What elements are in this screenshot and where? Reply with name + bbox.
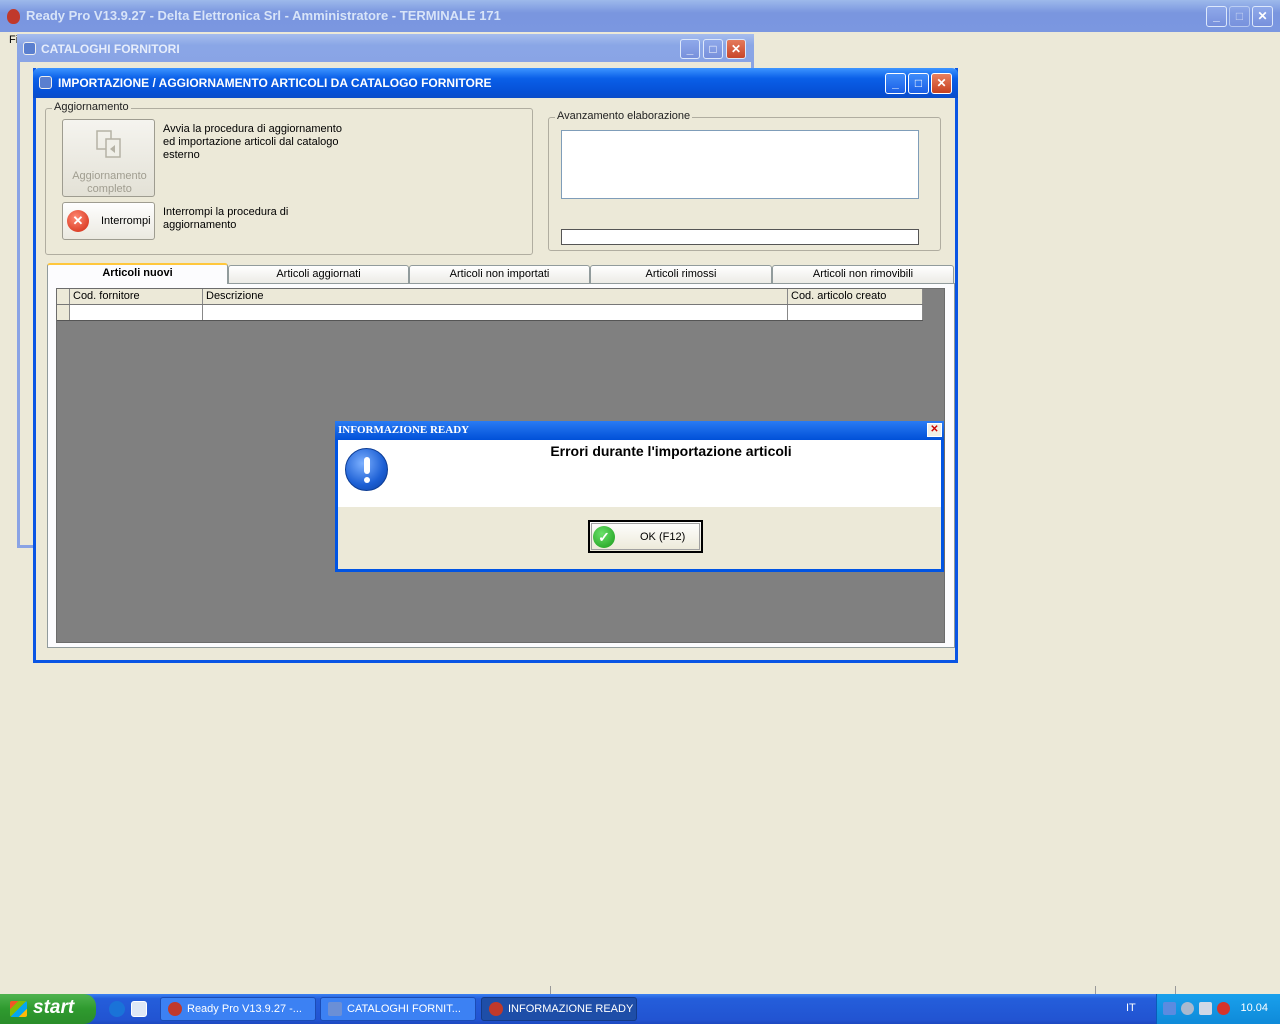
app-tray-icon[interactable] [1217, 1002, 1230, 1015]
maximize-button[interactable]: □ [1229, 6, 1250, 27]
tab-articoli-rimossi[interactable]: Articoli rimossi [590, 265, 772, 283]
show-desktop-icon[interactable] [131, 1001, 147, 1017]
status-bar [0, 986, 1280, 994]
import-window: IMPORTAZIONE / AGGIORNAMENTO ARTICOLI DA… [33, 68, 958, 663]
row-indicator [57, 305, 70, 320]
table-row[interactable] [57, 305, 923, 321]
column-header-cod-articolo[interactable]: Cod. articolo creato [788, 289, 923, 304]
progress-log [561, 130, 919, 199]
task-informazione-ready[interactable]: INFORMAZIONE READY [481, 997, 637, 1021]
stop-label: Interrompi [101, 215, 151, 227]
task-cataloghi-fornitori[interactable]: CATALOGHI FORNIT... [320, 997, 476, 1021]
catalog-window-title: CATALOGHI FORNITORI [41, 42, 180, 56]
stop-icon: ✕ [67, 210, 89, 232]
catalog-minimize-button[interactable]: _ [680, 39, 700, 59]
update-group-label: Aggiornamento [52, 101, 131, 113]
tab-articoli-non-rimovibili[interactable]: Articoli non rimovibili [772, 265, 954, 283]
progress-bar [561, 229, 919, 245]
volume-icon[interactable] [1199, 1002, 1212, 1015]
import-maximize-button[interactable]: □ [908, 73, 929, 94]
dialog-titlebar: INFORMAZIONE READY ✕ [335, 421, 944, 440]
import-minimize-button[interactable]: _ [885, 73, 906, 94]
column-header-descrizione[interactable]: Descrizione [203, 289, 788, 304]
language-indicator[interactable]: IT [1126, 1002, 1136, 1014]
stop-description: Interrompi la procedura di aggiornamento [163, 206, 289, 231]
tab-strip: Articoli nuovi Articoli aggiornati Artic… [47, 263, 955, 284]
import-close-button[interactable]: ✕ [931, 73, 952, 94]
task-label: Ready Pro V13.9.27 -... [187, 1003, 302, 1015]
document-update-icon [96, 130, 121, 158]
stop-button[interactable]: ✕ Interrompi [62, 202, 155, 240]
dialog-message: Errori durante l'importazione articoli [550, 443, 792, 459]
task-ready-pro[interactable]: Ready Pro V13.9.27 -... [160, 997, 316, 1021]
close-button[interactable]: ✕ [1252, 6, 1273, 27]
taskbar: start Ready Pro V13.9.27 -... CATALOGHI … [0, 994, 1280, 1024]
full-update-button[interactable]: Aggiornamento completo [62, 119, 155, 197]
internet-explorer-icon[interactable] [109, 1001, 125, 1017]
dialog-message-area: Errori durante l'importazione articoli [338, 440, 941, 507]
ready-pro-icon [489, 1002, 503, 1016]
grid-header: Cod. fornitore Descrizione Cod. articolo… [57, 289, 923, 305]
task-label: INFORMAZIONE READY [508, 1003, 634, 1015]
column-header-cod-fornitore[interactable]: Cod. fornitore [70, 289, 203, 304]
cell-cod-articolo[interactable] [788, 305, 923, 320]
check-icon: ✓ [593, 526, 615, 548]
tab-articoli-nuovi[interactable]: Articoli nuovi [47, 263, 228, 284]
info-dialog: INFORMAZIONE READY ✕ Errori durante l'im… [335, 421, 944, 572]
window-icon [39, 76, 52, 89]
window-icon [23, 42, 36, 55]
start-label: start [33, 997, 75, 1018]
ready-pro-icon [168, 1002, 182, 1016]
clock: 10.04 [1240, 1002, 1268, 1014]
windows-logo-icon [10, 1001, 27, 1017]
ok-button[interactable]: ✓ OK (F12) [588, 520, 703, 553]
import-window-title: IMPORTAZIONE / AGGIORNAMENTO ARTICOLI DA… [58, 76, 492, 90]
ok-button-label: OK (F12) [640, 531, 686, 543]
app-logo-icon [7, 9, 20, 24]
app-title: Ready Pro V13.9.27 - Delta Elettronica S… [26, 8, 501, 23]
catalog-close-button[interactable]: ✕ [726, 39, 746, 59]
task-label: CATALOGHI FORNIT... [347, 1003, 461, 1015]
system-tray: 10.04 [1156, 994, 1280, 1024]
start-button[interactable]: start [0, 994, 96, 1024]
full-update-description: Avvia la procedura di aggiornamento ed i… [163, 123, 342, 161]
cell-cod-fornitore[interactable] [70, 305, 203, 320]
import-titlebar: IMPORTAZIONE / AGGIORNAMENTO ARTICOLI DA… [33, 68, 958, 98]
progress-group-label: Avanzamento elaborazione [555, 110, 693, 122]
row-indicator-header [57, 289, 70, 304]
security-icon[interactable] [1181, 1002, 1194, 1015]
catalog-titlebar: CATALOGHI FORNITORI _ □ ✕ [17, 34, 754, 62]
app-titlebar: Ready Pro V13.9.27 - Delta Elettronica S… [0, 0, 1280, 32]
dialog-close-button[interactable]: ✕ [927, 423, 942, 437]
network-icon[interactable] [1163, 1002, 1176, 1015]
catalog-icon [328, 1002, 342, 1016]
minimize-button[interactable]: _ [1206, 6, 1227, 27]
catalog-maximize-button[interactable]: □ [703, 39, 723, 59]
tab-articoli-non-importati[interactable]: Articoli non importati [409, 265, 590, 283]
dialog-title: INFORMAZIONE READY [338, 424, 470, 436]
full-update-label: Aggiornamento completo [72, 170, 147, 195]
tab-articoli-aggiornati[interactable]: Articoli aggiornati [228, 265, 409, 283]
cell-descrizione[interactable] [203, 305, 788, 320]
